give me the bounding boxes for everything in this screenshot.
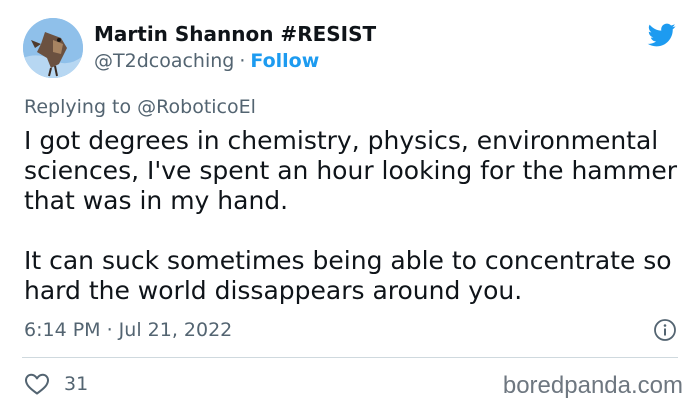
like-count: 31 (64, 373, 89, 395)
follow-button[interactable]: Follow (250, 50, 319, 72)
replying-mention-link[interactable]: @RoboticoEl (137, 96, 256, 118)
replying-to: Replying to @RoboticoEl (24, 96, 256, 118)
like-button[interactable]: 31 (24, 370, 88, 398)
author-name[interactable]: Martin Shannon #RESIST (94, 22, 376, 46)
divider (22, 357, 678, 358)
twitter-bird-icon[interactable] (646, 21, 678, 49)
avatar-image (23, 18, 83, 78)
tweet-paragraph: I got degrees in chemistry, physics, env… (24, 126, 677, 215)
replying-prefix: Replying to (24, 96, 132, 118)
handle-row: @T2dcoaching · Follow (94, 50, 319, 72)
separator-dot: · (239, 50, 246, 72)
author-handle[interactable]: @T2dcoaching (94, 50, 234, 72)
tweet-paragraph: It can suck sometimes being able to conc… (24, 246, 672, 305)
heart-icon (25, 373, 49, 395)
tweet-card: Martin Shannon #RESIST @T2dcoaching · Foll… (0, 0, 700, 410)
avatar[interactable] (23, 18, 83, 78)
watermark: boredpanda.com (502, 372, 683, 399)
tweet-text: I got degrees in chemistry, physics, env… (24, 126, 684, 306)
info-icon[interactable] (653, 318, 677, 342)
tweet-timestamp[interactable]: 6:14 PM · Jul 21, 2022 (24, 319, 232, 341)
